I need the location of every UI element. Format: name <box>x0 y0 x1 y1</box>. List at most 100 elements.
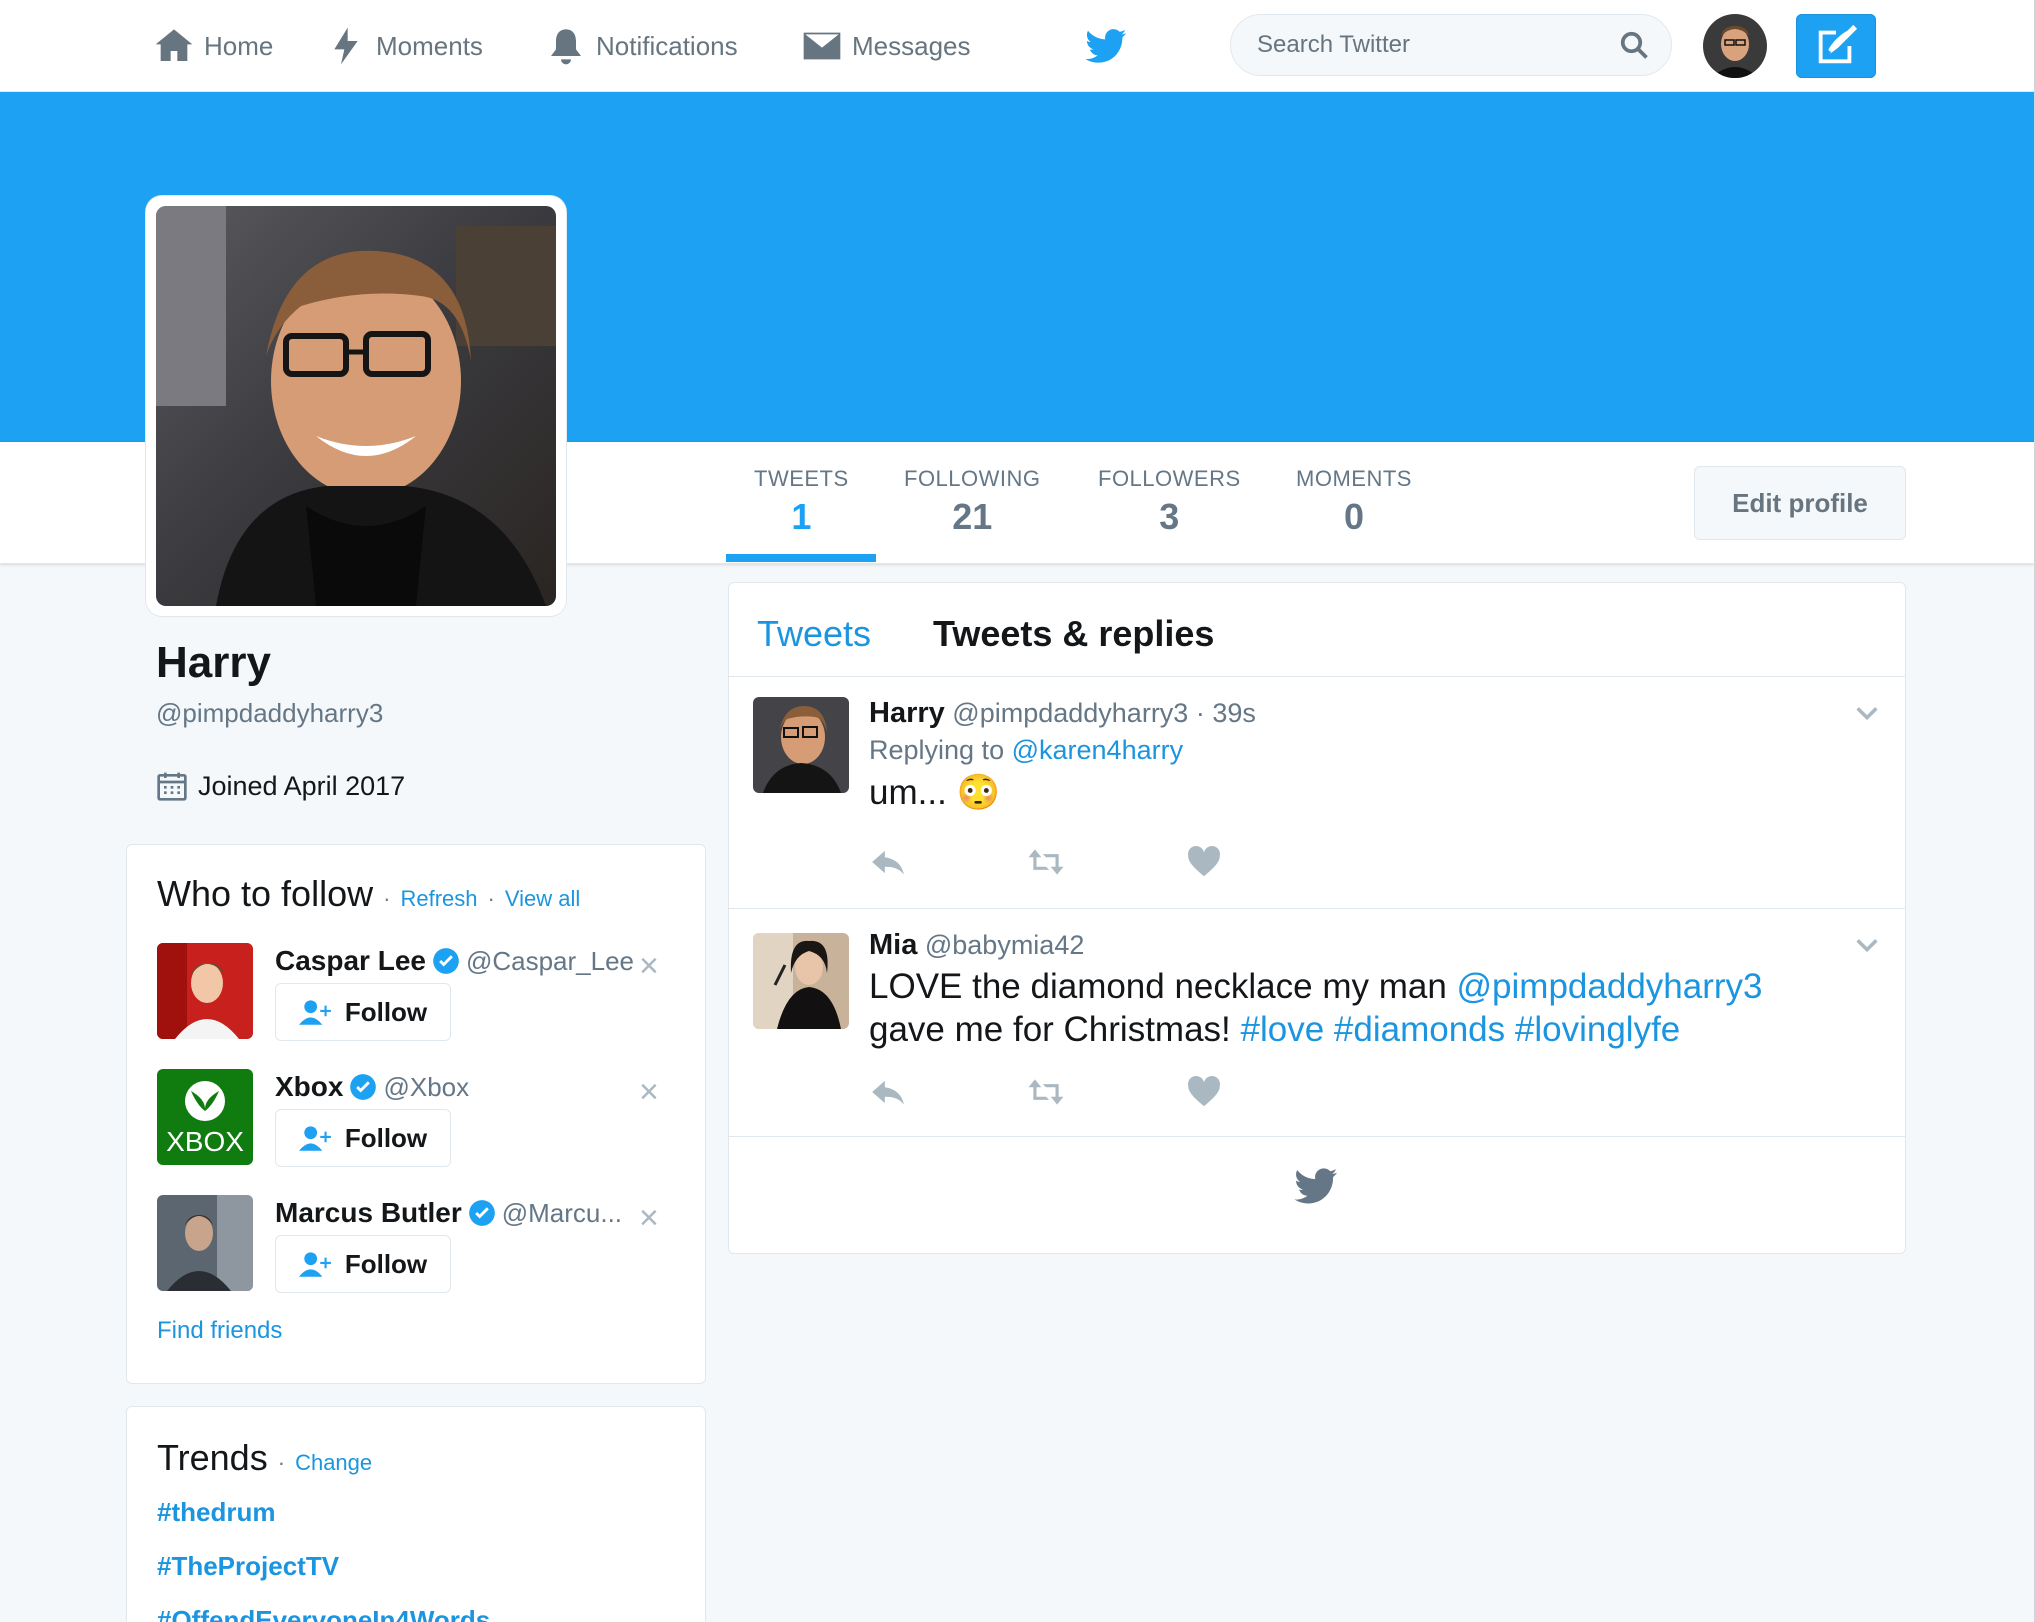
tweet-header: Harry @pimpdaddyharry3 · 39s <box>869 697 1256 730</box>
caspar-avatar-image <box>157 943 253 1039</box>
profile-handle: @pimpdaddyharry3 <box>156 698 384 728</box>
wtf-separator: · <box>383 886 391 911</box>
tab-tweets[interactable]: Tweets <box>757 613 871 655</box>
user-avatar[interactable] <box>157 943 253 1039</box>
xbox-avatar-image: XBOX <box>157 1069 253 1165</box>
edit-profile-button[interactable]: Edit profile <box>1694 466 1906 540</box>
dismiss-icon[interactable]: × <box>639 1073 659 1112</box>
tweet-item[interactable]: Harry @pimpdaddyharry3 · 39s Replying to… <box>729 677 1905 909</box>
tweet-text: um... 😳 <box>869 771 1869 814</box>
hashtag-link[interactable]: #diamonds <box>1334 1010 1505 1049</box>
trend-item[interactable]: #thedrum <box>157 1497 275 1528</box>
search-icon[interactable] <box>1619 30 1649 60</box>
verified-badge-icon <box>468 1200 495 1226</box>
user-avatar[interactable] <box>157 1195 253 1291</box>
stat-tweets[interactable]: TWEETS 1 <box>754 466 849 538</box>
who-to-follow-module: Who to follow · Refresh · View all Caspa… <box>126 844 706 1384</box>
heart-icon[interactable] <box>1185 1073 1223 1111</box>
twitter-logo[interactable] <box>1084 24 1128 68</box>
follow-button[interactable]: Follow <box>275 1109 451 1167</box>
retweet-icon[interactable] <box>1027 1073 1065 1111</box>
user-identity[interactable]: Xbox @Xbox <box>275 1071 469 1103</box>
tweet-author-name[interactable]: Harry <box>869 697 945 729</box>
stat-followers-label: FOLLOWERS <box>1098 466 1241 491</box>
tweet-text: LOVE the diamond necklace my man @pimpda… <box>869 965 1869 1051</box>
wtf-separator-2: · <box>487 886 495 911</box>
trend-item[interactable]: #TheProjectTV <box>157 1551 339 1582</box>
nav-notifications[interactable]: Notifications <box>546 22 738 70</box>
view-all-link[interactable]: View all <box>505 886 580 911</box>
tweet-text-part-b: gave me for Christmas! <box>869 1010 1231 1049</box>
profile-photo <box>156 206 556 606</box>
reply-context: Replying to @karen4harry <box>869 735 1183 766</box>
envelope-icon <box>803 32 841 60</box>
timeline-end-bird-icon <box>1294 1168 1338 1204</box>
lightning-icon <box>334 27 358 65</box>
trend-item[interactable]: #OffendEveryoneIn4Words <box>157 1605 490 1622</box>
xbox-logo-text: XBOX <box>166 1126 244 1157</box>
nav-messages-label: Messages <box>852 30 971 61</box>
calendar-icon <box>157 772 187 801</box>
tweet-item[interactable]: Mia @babymia42 LOVE the diamond necklace… <box>729 909 1905 1137</box>
bell-icon <box>551 29 581 65</box>
stat-followers[interactable]: FOLLOWERS 3 <box>1098 466 1241 538</box>
follow-button[interactable]: Follow <box>275 983 451 1041</box>
tweet-timestamp[interactable]: · 39s <box>1196 698 1256 728</box>
nav-home[interactable]: Home <box>154 22 273 70</box>
dismiss-icon[interactable]: × <box>639 1199 659 1238</box>
stat-moments[interactable]: MOMENTS 0 <box>1296 466 1412 538</box>
nav-moments-label: Moments <box>376 30 483 61</box>
tab-tweets-replies[interactable]: Tweets & replies <box>933 613 1214 655</box>
user-avatar[interactable]: XBOX <box>157 1069 253 1165</box>
nav-messages[interactable]: Messages <box>802 22 971 70</box>
marcus-avatar-image <box>157 1195 253 1291</box>
chevron-down-icon[interactable] <box>1853 699 1881 727</box>
nav-moments[interactable]: Moments <box>326 22 483 70</box>
reply-prefix: Replying to <box>869 735 1005 765</box>
user-handle: @Caspar_Lee <box>465 945 635 976</box>
chevron-down-icon[interactable] <box>1853 931 1881 959</box>
stat-tweets-value: 1 <box>791 496 812 537</box>
trends-header: Trends · Change <box>157 1437 372 1479</box>
add-user-icon <box>298 1126 331 1151</box>
retweet-icon[interactable] <box>1027 843 1065 881</box>
tweet-author-handle[interactable]: @pimpdaddyharry3 <box>952 698 1188 728</box>
hashtag-link[interactable]: #lovinglyfe <box>1515 1010 1680 1049</box>
compose-tweet-button[interactable] <box>1796 14 1876 78</box>
stat-moments-label: MOMENTS <box>1296 466 1412 491</box>
mention-link[interactable]: @pimpdaddyharry3 <box>1457 967 1763 1006</box>
reply-to-link[interactable]: @karen4harry <box>1012 735 1183 765</box>
stat-followers-value: 3 <box>1159 496 1180 537</box>
reply-icon[interactable] <box>869 1073 907 1111</box>
heart-icon[interactable] <box>1185 843 1223 881</box>
top-navbar: Home Moments Notifications Messages <box>0 0 2034 92</box>
dismiss-icon[interactable]: × <box>639 947 659 986</box>
add-user-icon <box>298 1252 331 1277</box>
find-friends-link[interactable]: Find friends <box>157 1317 282 1345</box>
account-avatar[interactable] <box>1703 14 1767 78</box>
wtf-user-row: Marcus Butler @Marcu... × Follow <box>157 1195 687 1305</box>
user-identity[interactable]: Caspar Lee @Caspar_Lee <box>275 945 634 977</box>
follow-button[interactable]: Follow <box>275 1235 451 1293</box>
harry-avatar-image <box>753 697 849 793</box>
tweet-author-name[interactable]: Mia <box>869 929 917 961</box>
refresh-link[interactable]: Refresh <box>400 886 477 911</box>
tweet-avatar[interactable] <box>753 697 849 793</box>
tweet-author-handle[interactable]: @babymia42 <box>925 930 1085 960</box>
joined-date: Joined April 2017 <box>156 770 405 802</box>
stat-following-value: 21 <box>952 496 993 537</box>
change-link[interactable]: Change <box>295 1450 372 1475</box>
reply-icon[interactable] <box>869 843 907 881</box>
tweet-avatar[interactable] <box>753 933 849 1029</box>
nav-home-label: Home <box>204 30 274 61</box>
user-identity[interactable]: Marcus Butler @Marcu... <box>275 1197 622 1229</box>
search-box[interactable] <box>1230 14 1672 76</box>
stat-following[interactable]: FOLLOWING 21 <box>904 466 1041 538</box>
search-input[interactable] <box>1257 31 1619 59</box>
stat-moments-value: 0 <box>1343 496 1364 537</box>
wtf-header: Who to follow · Refresh · View all <box>157 873 580 915</box>
tweet-actions <box>869 843 1223 881</box>
tweet-text-body: um... <box>869 773 947 812</box>
hashtag-link[interactable]: #love <box>1241 1010 1325 1049</box>
profile-avatar[interactable] <box>146 196 566 616</box>
